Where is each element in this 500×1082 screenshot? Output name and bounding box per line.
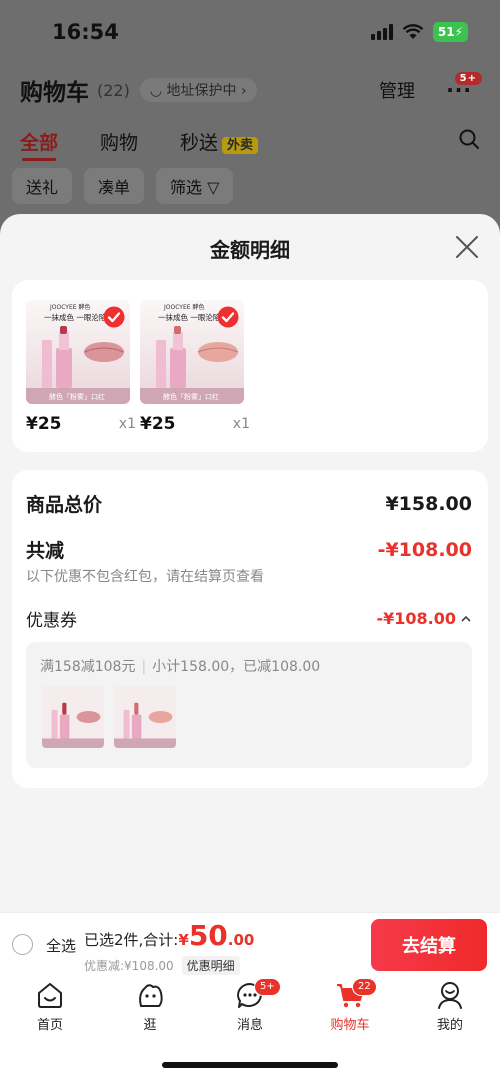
select-all-radio[interactable] [12,934,33,955]
tab-home[interactable]: 首页 [20,980,80,1033]
profile-icon [438,982,462,1009]
wifi-icon [402,24,424,39]
discount-detail-button[interactable]: 优惠明细 [181,956,240,975]
coupon-detail-box: 满158减108元 | 小计158.00，已减108.00 [26,642,472,768]
filter-button[interactable]: 筛选 ▽ [156,168,234,204]
battery-icon: 51⚡ [432,22,468,42]
tab-messages-label: 消息 [236,1018,263,1033]
coupon-row[interactable]: 优惠券 -¥108.00 [26,606,472,631]
total-row: 商品总价 ¥158.00 [26,490,472,517]
check-icon [103,306,125,328]
browse-icon [139,984,163,1007]
filter-label: 筛选 [170,178,203,197]
product-qty: x1 [118,416,136,432]
checkout-bar: 全选 已选2件,合计: ¥ 50 .00 优惠减:¥108.00 优惠明细 去结… [0,912,500,976]
select-all-label[interactable]: 全选 [46,935,76,956]
tab-messages[interactable]: 消息 5+ [220,978,281,1033]
address-protect-label: 地址保护中 [166,83,237,99]
signal-icon [370,24,393,40]
product-brand: JOOCYEE 酵色 [163,303,204,311]
tab-home-label: 首页 [36,1018,63,1033]
currency-symbol: ¥ [178,931,189,949]
discount-text: 优惠减:¥108.00 [84,959,174,973]
close-icon[interactable] [454,234,480,260]
total-value: ¥158.00 [385,492,472,515]
reduce-label: 共减 [26,540,65,562]
filter-coudan[interactable]: 凑单 [84,168,145,204]
tab-me[interactable]: 我的 [420,980,480,1033]
filter-row: 送礼 凑单 筛选 ▽ [12,168,234,204]
selected-products-card: JOOCYEE 酵色 一抹成色 一眼沦陷 酵色「粉雾」口红 ¥25 x1 JOO… [12,280,488,452]
tab-me-label: 我的 [436,1018,463,1033]
coupon-text: 满158减108元 | 小计158.00，已减108.00 [40,656,320,676]
product-slogan: 一抹成色 一眼沦陷 [158,312,220,322]
cart-page-background: 16:54 51⚡ 购物车 (22) ◡ 地址保护中 › 管理 ··· 5+ 全部… [0,0,500,240]
cart-header: 购物车 (22) ◡ 地址保护中 › 管理 ··· 5+ [20,70,482,110]
coupon-value: -¥108.00 [376,609,456,628]
product-image: JOOCYEE 酵色 一抹成色 一眼沦陷 酵色「粉雾」口红 [140,300,244,404]
home-icon [38,983,62,1008]
manage-button[interactable]: 管理 [379,77,415,103]
waimai-tag: 外卖 [222,136,259,154]
product-brand: JOOCYEE 酵色 [49,303,90,311]
chevron-up-icon[interactable] [460,615,472,623]
discount-line: 优惠减:¥108.00 优惠明细 [84,956,240,975]
battery-level: 51 [437,25,455,39]
coupon-label: 优惠券 [26,611,77,631]
tab-browse-label: 逛 [143,1018,157,1033]
search-icon[interactable] [458,128,480,150]
home-indicator [162,1062,338,1068]
status-icons: 51⚡ [370,22,468,42]
coupon-product-image [42,686,104,748]
cart-count: (22) [97,80,130,100]
product-price: ¥25 [26,414,62,434]
amount-integer: 50 [188,919,228,952]
page-title: 购物车 [20,80,89,106]
cart-badge: 22 [352,978,377,996]
address-protect-chip[interactable]: ◡ 地址保护中 › [139,78,257,102]
filter-gift[interactable]: 送礼 [12,168,73,204]
lipstick-image [114,686,176,748]
tab-miaosong[interactable]: 秒送 外卖 [180,128,259,155]
checkout-button[interactable]: 去结算 [371,919,487,971]
product-caption: 酵色「粉雾」口红 [163,392,219,401]
more-badge: 5+ [454,72,482,85]
reduce-row: 共减 -¥108.00 [26,536,472,563]
summary-text: 已选2件,合计: [84,931,179,949]
product-item[interactable]: JOOCYEE 酵色 一抹成色 一眼沦陷 酵色「粉雾」口红 ¥25 x1 [140,300,250,434]
coupon-value-wrap: -¥108.00 [376,609,472,628]
check-icon [217,306,239,328]
product-image: JOOCYEE 酵色 一抹成色 一眼沦陷 酵色「粉雾」口红 [26,300,130,404]
total-summary: 已选2件,合计: ¥ 50 .00 [84,919,254,952]
tab-all[interactable]: 全部 [20,128,58,161]
coupon-rule: 满158减108元 [40,659,136,675]
reduce-note: 以下优惠不包含红包，请在结算页查看 [26,569,264,585]
cart-tabs: 全部 购物 秒送 外卖 [20,124,480,161]
tab-cart[interactable]: 购物车 22 [320,978,380,1033]
lipstick-image [42,686,104,748]
tab-miaosong-label: 秒送 [180,131,219,154]
sheet-title: 金额明细 [210,238,290,262]
coupon-product-image [114,686,176,748]
price-detail-card: 商品总价 ¥158.00 共减 -¥108.00 以下优惠不包含红包，请在结算页… [12,470,488,788]
tab-browse[interactable]: 逛 [120,980,180,1033]
total-label: 商品总价 [26,494,103,516]
product-slogan: 一抹成色 一眼沦陷 [44,312,106,322]
coupon-subtotal: 小计158.00，已减108.00 [152,659,321,675]
product-price: ¥25 [140,414,176,434]
tab-shopping[interactable]: 购物 [100,128,138,155]
messages-badge: 5+ [254,978,281,996]
amount-decimal: .00 [227,931,255,949]
funnel-icon: ▽ [207,178,220,197]
more-icon[interactable]: ··· 5+ [446,72,482,102]
tab-cart-label: 购物车 [330,1018,370,1033]
product-item[interactable]: JOOCYEE 酵色 一抹成色 一眼沦陷 酵色「粉雾」口红 ¥25 x1 [26,300,136,434]
reduce-value: -¥108.00 [377,538,472,561]
status-bar: 16:54 51⚡ [0,0,500,66]
divider: | [141,659,147,675]
product-caption: 酵色「粉雾」口红 [49,392,105,401]
product-qty: x1 [232,416,250,432]
status-time: 16:54 [52,20,119,44]
